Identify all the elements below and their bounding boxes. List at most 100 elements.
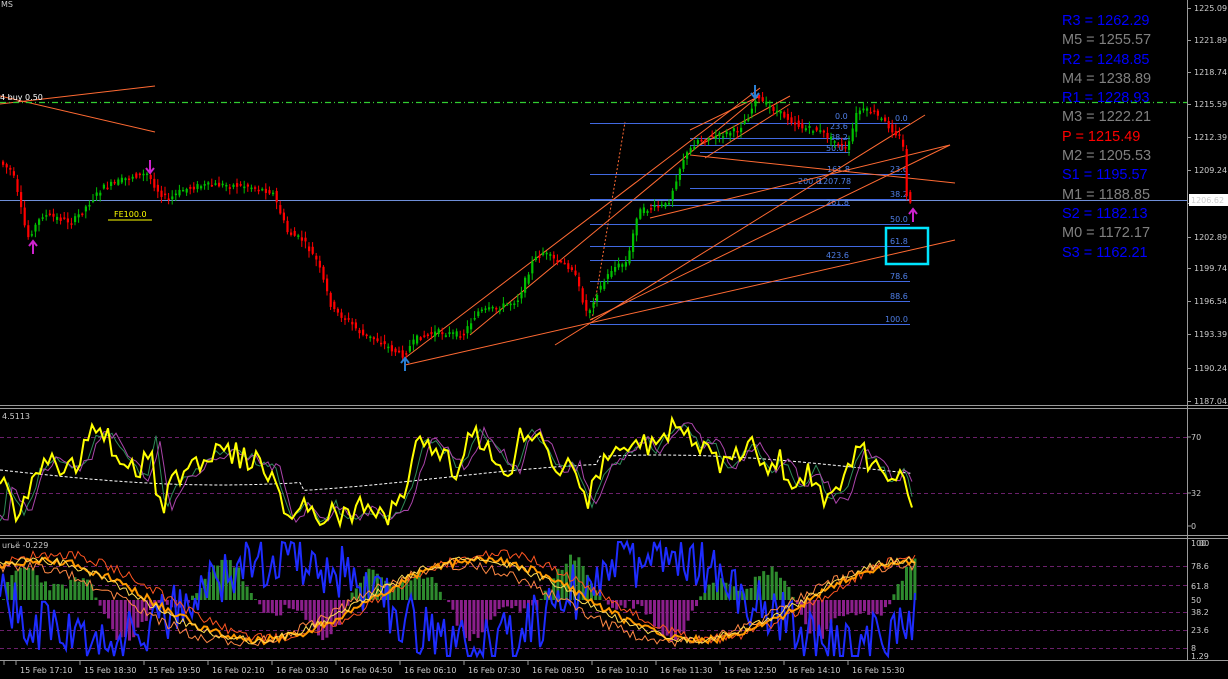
candle-body bbox=[563, 262, 566, 265]
histogram-bar bbox=[10, 575, 14, 600]
histogram-bar bbox=[401, 582, 404, 600]
histogram-bar bbox=[300, 600, 304, 611]
time-label: 16 Feb 02:10 bbox=[212, 666, 264, 675]
candle-body bbox=[405, 353, 408, 355]
candle-body bbox=[743, 121, 746, 124]
candle-body bbox=[430, 332, 433, 335]
candle-body bbox=[610, 271, 613, 277]
rsi-pane: 4.5113 bbox=[0, 412, 1187, 529]
candle-body bbox=[160, 190, 163, 197]
candle-body bbox=[779, 110, 782, 114]
histogram-bar bbox=[245, 586, 249, 600]
histogram-bar bbox=[249, 592, 253, 600]
candle-body bbox=[585, 300, 588, 311]
candle-body bbox=[347, 318, 350, 320]
candle-body bbox=[682, 160, 685, 169]
candle-body bbox=[758, 95, 761, 99]
histogram-bar bbox=[627, 600, 631, 602]
histogram-bar bbox=[653, 600, 656, 627]
price-tick-label: 1190.24 bbox=[1194, 364, 1227, 373]
candle-body bbox=[304, 237, 307, 242]
candle-body bbox=[210, 185, 213, 187]
candle-body bbox=[754, 100, 757, 107]
candle-body bbox=[542, 252, 545, 255]
price-tick-label: 1199.74 bbox=[1194, 264, 1227, 273]
candle-body bbox=[41, 217, 44, 219]
candle-body bbox=[768, 105, 771, 108]
candle-body bbox=[419, 337, 422, 341]
candle-body bbox=[884, 117, 887, 122]
rsi-tick-label: 70 bbox=[1191, 433, 1201, 442]
histogram-bar bbox=[900, 580, 904, 600]
histogram-bar bbox=[254, 599, 257, 600]
candle-body bbox=[203, 184, 206, 186]
histogram-bar bbox=[237, 567, 241, 600]
candle-body bbox=[596, 295, 599, 302]
candle-body bbox=[156, 184, 159, 192]
histogram-bar bbox=[31, 569, 35, 600]
histogram-bar bbox=[262, 600, 266, 613]
histogram-bar bbox=[543, 590, 547, 600]
histogram-bar bbox=[119, 600, 123, 638]
histogram-bar bbox=[640, 600, 644, 606]
candle-body bbox=[362, 329, 365, 335]
candle-body bbox=[621, 264, 624, 267]
candle-body bbox=[524, 277, 527, 293]
candle-body bbox=[819, 130, 822, 132]
histogram-bar bbox=[136, 600, 140, 628]
candle-body bbox=[297, 235, 300, 237]
candle-body bbox=[729, 132, 732, 136]
candle-body bbox=[538, 256, 541, 258]
candle-body bbox=[124, 178, 127, 181]
candle-body bbox=[228, 187, 231, 189]
candle-body bbox=[279, 205, 282, 214]
candle-body bbox=[444, 335, 447, 337]
candle-body bbox=[898, 134, 901, 136]
histogram-bar bbox=[892, 594, 896, 600]
histogram-bar bbox=[678, 600, 682, 633]
histogram-bar bbox=[455, 600, 459, 626]
histogram-bar bbox=[275, 600, 278, 616]
candle-body bbox=[225, 184, 228, 187]
histogram-bar bbox=[23, 567, 26, 600]
candle-body bbox=[639, 209, 642, 219]
buy-label: 4 buy 0.50 bbox=[0, 93, 43, 102]
histogram-bar bbox=[842, 600, 845, 617]
histogram-bar bbox=[821, 600, 824, 639]
histogram-bar bbox=[266, 600, 270, 613]
histogram-bar bbox=[879, 600, 883, 616]
candle-body bbox=[354, 322, 357, 329]
chart-canvas[interactable]: 1225.091221.891218.741215.591212.391209.… bbox=[0, 0, 1228, 679]
candle-body bbox=[308, 246, 311, 252]
candle-body bbox=[624, 262, 627, 267]
candle-body bbox=[178, 189, 181, 196]
osc-tick-label: 61.8 bbox=[1191, 582, 1209, 591]
histogram-bar bbox=[833, 600, 837, 619]
candle-body bbox=[786, 113, 789, 120]
candle-body bbox=[732, 128, 735, 132]
candle-body bbox=[704, 140, 707, 142]
histogram-bar bbox=[35, 575, 39, 600]
candle-body bbox=[534, 256, 537, 261]
candle-body bbox=[452, 332, 455, 334]
down-arrow-icon bbox=[145, 160, 155, 175]
histogram-bar bbox=[279, 600, 283, 616]
histogram-bar bbox=[480, 600, 484, 633]
osc-tick-label: 00 bbox=[1199, 539, 1209, 548]
candle-body bbox=[149, 175, 152, 180]
histogram-bar bbox=[686, 600, 690, 621]
histogram-bar bbox=[451, 600, 455, 610]
histogram-bar bbox=[39, 582, 43, 600]
fib-level-label: 88.6 bbox=[890, 292, 908, 301]
candle-body bbox=[142, 173, 145, 176]
candle-body bbox=[102, 184, 105, 189]
candle-body bbox=[268, 190, 271, 194]
candle-body bbox=[390, 345, 393, 352]
histogram-bar bbox=[682, 600, 686, 634]
candle-body bbox=[909, 192, 912, 203]
pivot-level: M5 = 1255.57 bbox=[1062, 32, 1152, 49]
time-label: 16 Feb 14:10 bbox=[788, 666, 840, 675]
candle-body bbox=[851, 128, 854, 142]
candle-body bbox=[855, 112, 858, 132]
candle-body bbox=[488, 307, 491, 310]
